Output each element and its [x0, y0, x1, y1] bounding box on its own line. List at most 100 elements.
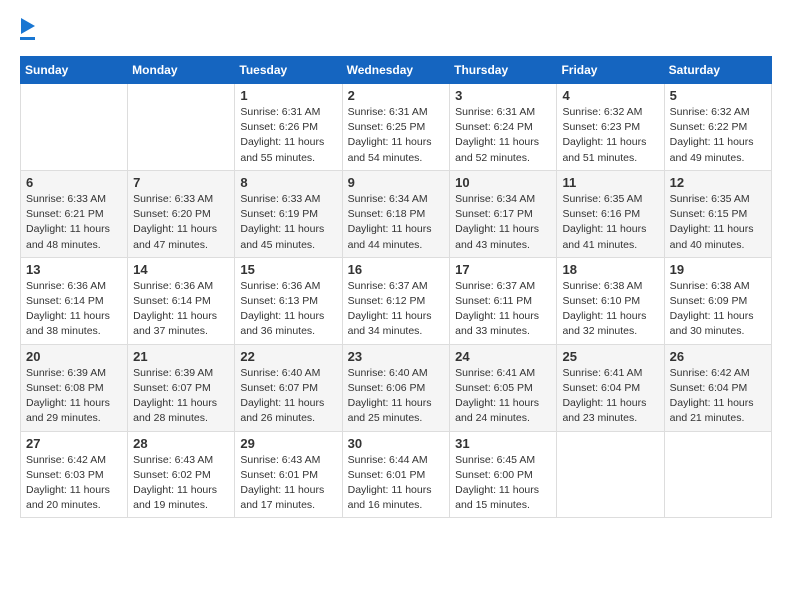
calendar-header-row: SundayMondayTuesdayWednesdayThursdayFrid…	[21, 57, 772, 84]
logo	[20, 20, 35, 40]
day-info: Sunrise: 6:45 AMSunset: 6:00 PMDaylight:…	[455, 453, 551, 514]
calendar-cell: 17 Sunrise: 6:37 AMSunset: 6:11 PMDayligh…	[450, 257, 557, 344]
calendar-cell: 16 Sunrise: 6:37 AMSunset: 6:12 PMDayligh…	[342, 257, 450, 344]
day-number: 25	[562, 349, 658, 364]
calendar-cell: 1 Sunrise: 6:31 AMSunset: 6:26 PMDaylight…	[235, 84, 342, 171]
day-info: Sunrise: 6:40 AMSunset: 6:06 PMDaylight:…	[348, 366, 445, 427]
calendar-cell: 2 Sunrise: 6:31 AMSunset: 6:25 PMDaylight…	[342, 84, 450, 171]
day-info: Sunrise: 6:40 AMSunset: 6:07 PMDaylight:…	[240, 366, 336, 427]
day-number: 28	[133, 436, 229, 451]
day-info: Sunrise: 6:43 AMSunset: 6:01 PMDaylight:…	[240, 453, 336, 514]
day-info: Sunrise: 6:34 AMSunset: 6:18 PMDaylight:…	[348, 192, 445, 253]
day-number: 15	[240, 262, 336, 277]
calendar-cell: 31 Sunrise: 6:45 AMSunset: 6:00 PMDayligh…	[450, 431, 557, 518]
day-info: Sunrise: 6:39 AMSunset: 6:08 PMDaylight:…	[26, 366, 122, 427]
day-info: Sunrise: 6:35 AMSunset: 6:16 PMDaylight:…	[562, 192, 658, 253]
day-number: 26	[670, 349, 766, 364]
calendar-week-row: 1 Sunrise: 6:31 AMSunset: 6:26 PMDaylight…	[21, 84, 772, 171]
day-info: Sunrise: 6:43 AMSunset: 6:02 PMDaylight:…	[133, 453, 229, 514]
calendar-cell: 8 Sunrise: 6:33 AMSunset: 6:19 PMDaylight…	[235, 170, 342, 257]
calendar-cell	[21, 84, 128, 171]
day-header-sunday: Sunday	[21, 57, 128, 84]
calendar-cell: 13Sunrise: 6:36 AMSunset: 6:14 PMDayligh…	[21, 257, 128, 344]
calendar-cell: 10Sunrise: 6:34 AMSunset: 6:17 PMDayligh…	[450, 170, 557, 257]
calendar-cell: 25Sunrise: 6:41 AMSunset: 6:04 PMDayligh…	[557, 344, 664, 431]
calendar-week-row: 13Sunrise: 6:36 AMSunset: 6:14 PMDayligh…	[21, 257, 772, 344]
day-number: 22	[240, 349, 336, 364]
calendar-cell: 18Sunrise: 6:38 AMSunset: 6:10 PMDayligh…	[557, 257, 664, 344]
day-number: 12	[670, 175, 766, 190]
calendar-cell: 14 Sunrise: 6:36 AMSunset: 6:14 PMDayligh…	[128, 257, 235, 344]
day-info: Sunrise: 6:36 AMSunset: 6:14 PMDaylight:…	[133, 279, 229, 340]
day-info: Sunrise: 6:33 AMSunset: 6:21 PMDaylight:…	[26, 192, 122, 253]
day-header-wednesday: Wednesday	[342, 57, 450, 84]
calendar-cell: 3 Sunrise: 6:31 AMSunset: 6:24 PMDaylight…	[450, 84, 557, 171]
day-number: 5	[670, 88, 766, 103]
day-header-monday: Monday	[128, 57, 235, 84]
day-info: Sunrise: 6:44 AMSunset: 6:01 PMDaylight:…	[348, 453, 445, 514]
day-number: 16	[348, 262, 445, 277]
day-header-saturday: Saturday	[664, 57, 771, 84]
day-info: Sunrise: 6:41 AMSunset: 6:05 PMDaylight:…	[455, 366, 551, 427]
calendar-cell: 27Sunrise: 6:42 AMSunset: 6:03 PMDayligh…	[21, 431, 128, 518]
day-number: 11	[562, 175, 658, 190]
calendar-week-row: 6 Sunrise: 6:33 AMSunset: 6:21 PMDaylight…	[21, 170, 772, 257]
day-header-friday: Friday	[557, 57, 664, 84]
day-number: 30	[348, 436, 445, 451]
day-number: 6	[26, 175, 122, 190]
day-number: 8	[240, 175, 336, 190]
day-info: Sunrise: 6:36 AMSunset: 6:13 PMDaylight:…	[240, 279, 336, 340]
day-number: 24	[455, 349, 551, 364]
calendar-week-row: 27Sunrise: 6:42 AMSunset: 6:03 PMDayligh…	[21, 431, 772, 518]
calendar-cell	[128, 84, 235, 171]
day-info: Sunrise: 6:38 AMSunset: 6:09 PMDaylight:…	[670, 279, 766, 340]
day-number: 2	[348, 88, 445, 103]
day-info: Sunrise: 6:33 AMSunset: 6:19 PMDaylight:…	[240, 192, 336, 253]
calendar-cell: 26Sunrise: 6:42 AMSunset: 6:04 PMDayligh…	[664, 344, 771, 431]
calendar-cell: 30 Sunrise: 6:44 AMSunset: 6:01 PMDayligh…	[342, 431, 450, 518]
day-info: Sunrise: 6:34 AMSunset: 6:17 PMDaylight:…	[455, 192, 551, 253]
day-header-thursday: Thursday	[450, 57, 557, 84]
calendar-cell: 7 Sunrise: 6:33 AMSunset: 6:20 PMDaylight…	[128, 170, 235, 257]
logo-top-line	[20, 20, 35, 36]
day-info: Sunrise: 6:38 AMSunset: 6:10 PMDaylight:…	[562, 279, 658, 340]
calendar-cell: 19 Sunrise: 6:38 AMSunset: 6:09 PMDayligh…	[664, 257, 771, 344]
day-number: 14	[133, 262, 229, 277]
logo-triangle-icon	[21, 18, 35, 34]
calendar-cell: 22 Sunrise: 6:40 AMSunset: 6:07 PMDayligh…	[235, 344, 342, 431]
day-number: 21	[133, 349, 229, 364]
day-number: 17	[455, 262, 551, 277]
day-info: Sunrise: 6:42 AMSunset: 6:03 PMDaylight:…	[26, 453, 122, 514]
day-info: Sunrise: 6:35 AMSunset: 6:15 PMDaylight:…	[670, 192, 766, 253]
calendar-cell: 11 Sunrise: 6:35 AMSunset: 6:16 PMDayligh…	[557, 170, 664, 257]
day-number: 23	[348, 349, 445, 364]
day-number: 20	[26, 349, 122, 364]
day-info: Sunrise: 6:31 AMSunset: 6:26 PMDaylight:…	[240, 105, 336, 166]
day-info: Sunrise: 6:37 AMSunset: 6:11 PMDaylight:…	[455, 279, 551, 340]
day-info: Sunrise: 6:33 AMSunset: 6:20 PMDaylight:…	[133, 192, 229, 253]
calendar-cell: 28 Sunrise: 6:43 AMSunset: 6:02 PMDayligh…	[128, 431, 235, 518]
calendar-table: SundayMondayTuesdayWednesdayThursdayFrid…	[20, 56, 772, 518]
day-info: Sunrise: 6:31 AMSunset: 6:24 PMDaylight:…	[455, 105, 551, 166]
day-number: 1	[240, 88, 336, 103]
calendar-cell: 23 Sunrise: 6:40 AMSunset: 6:06 PMDayligh…	[342, 344, 450, 431]
calendar-cell: 12 Sunrise: 6:35 AMSunset: 6:15 PMDayligh…	[664, 170, 771, 257]
day-number: 31	[455, 436, 551, 451]
day-number: 4	[562, 88, 658, 103]
day-number: 3	[455, 88, 551, 103]
day-number: 29	[240, 436, 336, 451]
day-info: Sunrise: 6:37 AMSunset: 6:12 PMDaylight:…	[348, 279, 445, 340]
calendar-cell	[557, 431, 664, 518]
calendar-cell: 9Sunrise: 6:34 AMSunset: 6:18 PMDaylight…	[342, 170, 450, 257]
day-number: 7	[133, 175, 229, 190]
day-number: 19	[670, 262, 766, 277]
page-header	[20, 20, 772, 40]
calendar-cell	[664, 431, 771, 518]
logo-underline	[20, 37, 35, 40]
calendar-cell: 29 Sunrise: 6:43 AMSunset: 6:01 PMDayligh…	[235, 431, 342, 518]
calendar-cell: 4Sunrise: 6:32 AMSunset: 6:23 PMDaylight…	[557, 84, 664, 171]
calendar-cell: 5Sunrise: 6:32 AMSunset: 6:22 PMDaylight…	[664, 84, 771, 171]
calendar-week-row: 20 Sunrise: 6:39 AMSunset: 6:08 PMDayligh…	[21, 344, 772, 431]
day-info: Sunrise: 6:31 AMSunset: 6:25 PMDaylight:…	[348, 105, 445, 166]
calendar-cell: 15 Sunrise: 6:36 AMSunset: 6:13 PMDayligh…	[235, 257, 342, 344]
